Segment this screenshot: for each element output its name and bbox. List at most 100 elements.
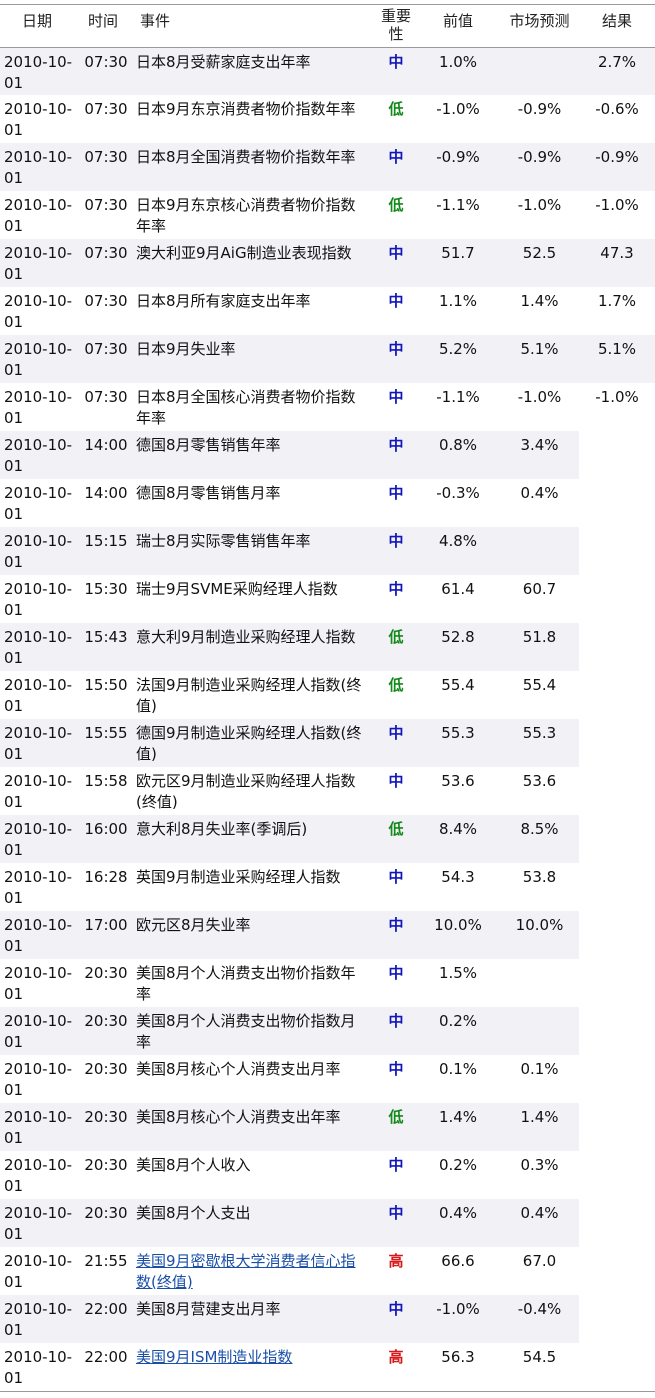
row-forecast: 55.4 bbox=[522, 676, 557, 694]
row-previous: 0.8% bbox=[416, 431, 500, 479]
row-forecast: 8.5% bbox=[500, 815, 579, 863]
row-event: 德国9月制造业采购经理人指数(终值) bbox=[134, 719, 376, 767]
row-date: 2010-10-01 bbox=[4, 772, 73, 811]
row-previous: 5.2% bbox=[416, 335, 500, 383]
row-previous: 8.4% bbox=[416, 815, 500, 863]
row-result: -0.9% bbox=[579, 143, 655, 191]
row-date: 2010-10-01 bbox=[0, 1199, 78, 1247]
table-row: 2010-10-01 07:30 日本8月全国消费者物价指数年率中 -0.9% -0.9… bbox=[0, 143, 655, 191]
row-result: 47.3 bbox=[579, 239, 655, 287]
header-forecast: 市场预测 bbox=[500, 5, 579, 48]
table-row: 2010-10-01 07:30 日本8月受薪家庭支出年率中 1.0% 2.7% bbox=[0, 47, 655, 95]
row-result: 1.7% bbox=[597, 292, 637, 310]
table-row: 2010-10-01 17:00 欧元区8月失业率中 10.0% 10.0% bbox=[0, 911, 655, 959]
table-row: 2010-10-01 21:55 美国9月密歇根大学消费者信心指数(终值) 高 66.6… bbox=[0, 1247, 655, 1295]
row-time: 14:00 bbox=[84, 484, 128, 502]
row-event: 英国9月制造业采购经理人指数 bbox=[136, 868, 341, 886]
row-forecast: 54.5 bbox=[522, 1348, 557, 1366]
row-date: 2010-10-01 bbox=[4, 1348, 73, 1387]
row-previous: -1.1% bbox=[436, 196, 480, 214]
row-result: 5.1% bbox=[579, 335, 655, 383]
row-event: 日本8月全国核心消费者物价指数年率 bbox=[136, 388, 356, 427]
header-result: 结果 bbox=[579, 5, 655, 48]
row-date: 2010-10-01 bbox=[4, 868, 73, 907]
row-date: 2010-10-01 bbox=[0, 719, 78, 767]
row-result bbox=[579, 719, 655, 767]
row-previous: 10.0% bbox=[416, 911, 500, 959]
row-forecast: 1.4% bbox=[500, 1103, 579, 1151]
row-time: 20:30 bbox=[84, 1156, 128, 1174]
row-result bbox=[579, 527, 655, 575]
row-previous: 52.8 bbox=[416, 623, 500, 671]
event-link[interactable]: 美国9月ISM制造业指数 bbox=[136, 1348, 292, 1366]
calendar-rows: 2010-10-01 07:30 日本8月受薪家庭支出年率中 1.0% 2.7% 2010… bbox=[0, 47, 655, 1391]
row-forecast: 53.6 bbox=[522, 772, 557, 790]
importance-badge: 低 bbox=[388, 1108, 404, 1126]
row-importance: 低 bbox=[376, 1103, 416, 1151]
row-event: 日本9月失业率 bbox=[134, 335, 376, 383]
row-result bbox=[579, 1247, 655, 1295]
row-result bbox=[579, 623, 655, 671]
importance-badge: 中 bbox=[388, 292, 404, 310]
row-time: 20:30 bbox=[78, 1199, 134, 1247]
header-time: 时间 bbox=[78, 5, 134, 48]
row-time: 16:28 bbox=[84, 868, 128, 886]
row-date: 2010-10-01 bbox=[4, 1060, 73, 1099]
row-previous: 66.6 bbox=[441, 1252, 475, 1270]
row-importance: 中 bbox=[376, 959, 416, 1007]
row-event: 美国8月个人支出 bbox=[134, 1199, 376, 1247]
table-row: 2010-10-01 15:43 意大利9月制造业采购经理人指数低 52.8 51.8 bbox=[0, 623, 655, 671]
row-event: 美国8月核心个人消费支出年率 bbox=[134, 1103, 376, 1151]
row-date: 2010-10-01 bbox=[0, 815, 78, 863]
economic-calendar: 日期 时间 事件 重要性 前值 市场预测 结果 2010-10-01 07:30 日… bbox=[0, 0, 655, 1398]
row-importance: 中 bbox=[376, 479, 416, 527]
event-link[interactable]: 美国9月密歇根大学消费者信心指数(终值) bbox=[136, 1252, 356, 1291]
row-importance: 中 bbox=[376, 383, 416, 431]
row-forecast: 0.3% bbox=[520, 1156, 559, 1174]
row-result bbox=[579, 1199, 655, 1247]
header-previous: 前值 bbox=[416, 5, 500, 48]
row-result bbox=[579, 863, 655, 911]
row-previous: -0.3% bbox=[436, 484, 480, 502]
importance-badge: 中 bbox=[388, 436, 404, 454]
row-previous: 1.1% bbox=[438, 292, 478, 310]
row-importance: 低 bbox=[376, 623, 416, 671]
row-date: 2010-10-01 bbox=[4, 484, 73, 523]
row-event: 美国9月ISM制造业指数 bbox=[134, 1343, 376, 1391]
row-forecast: -1.0% bbox=[517, 196, 562, 214]
row-event: 日本8月受薪家庭支出年率 bbox=[134, 47, 376, 95]
row-result bbox=[579, 815, 655, 863]
row-previous: 1.4% bbox=[416, 1103, 500, 1151]
row-time: 15:58 bbox=[84, 772, 128, 790]
importance-badge: 低 bbox=[388, 100, 404, 118]
row-date: 2010-10-01 bbox=[4, 388, 73, 427]
header-row: 日期 时间 事件 重要性 前值 市场预测 结果 bbox=[0, 5, 655, 48]
row-result bbox=[579, 431, 655, 479]
table-row: 2010-10-01 07:30 澳大利亚9月AiG制造业表现指数中 51.7 52.5… bbox=[0, 239, 655, 287]
row-previous: -1.0% bbox=[436, 100, 480, 118]
importance-badge: 低 bbox=[388, 196, 404, 214]
row-result: -1.0% bbox=[595, 388, 639, 406]
row-importance: 低 bbox=[376, 95, 416, 143]
row-time: 17:00 bbox=[78, 911, 134, 959]
row-result bbox=[579, 575, 655, 623]
row-time: 07:30 bbox=[84, 100, 128, 118]
row-date: 2010-10-01 bbox=[0, 47, 78, 95]
row-result bbox=[579, 1103, 655, 1151]
row-result bbox=[579, 479, 655, 527]
row-importance: 中 bbox=[376, 1151, 416, 1199]
table-row: 2010-10-01 22:00 美国8月营建支出月率中 -1.0% -0.4% bbox=[0, 1295, 655, 1343]
row-importance: 中 bbox=[376, 527, 416, 575]
row-result bbox=[579, 1055, 655, 1103]
row-time: 16:00 bbox=[78, 815, 134, 863]
row-forecast: 60.7 bbox=[522, 580, 557, 598]
row-forecast bbox=[500, 1007, 579, 1055]
row-importance: 低 bbox=[376, 815, 416, 863]
row-event: 德国8月零售销售月率 bbox=[136, 484, 281, 502]
row-event: 日本8月所有家庭支出年率 bbox=[136, 292, 311, 310]
row-previous: 54.3 bbox=[441, 868, 475, 886]
table-row: 2010-10-01 15:30 瑞士9月SVME采购经理人指数 中 61.4 60.7 bbox=[0, 575, 655, 623]
row-result: -0.6% bbox=[595, 100, 639, 118]
table-row: 2010-10-01 07:30 日本9月东京消费者物价指数年率 低 -1.0% -0.9… bbox=[0, 95, 655, 143]
row-date: 2010-10-01 bbox=[4, 1156, 73, 1195]
